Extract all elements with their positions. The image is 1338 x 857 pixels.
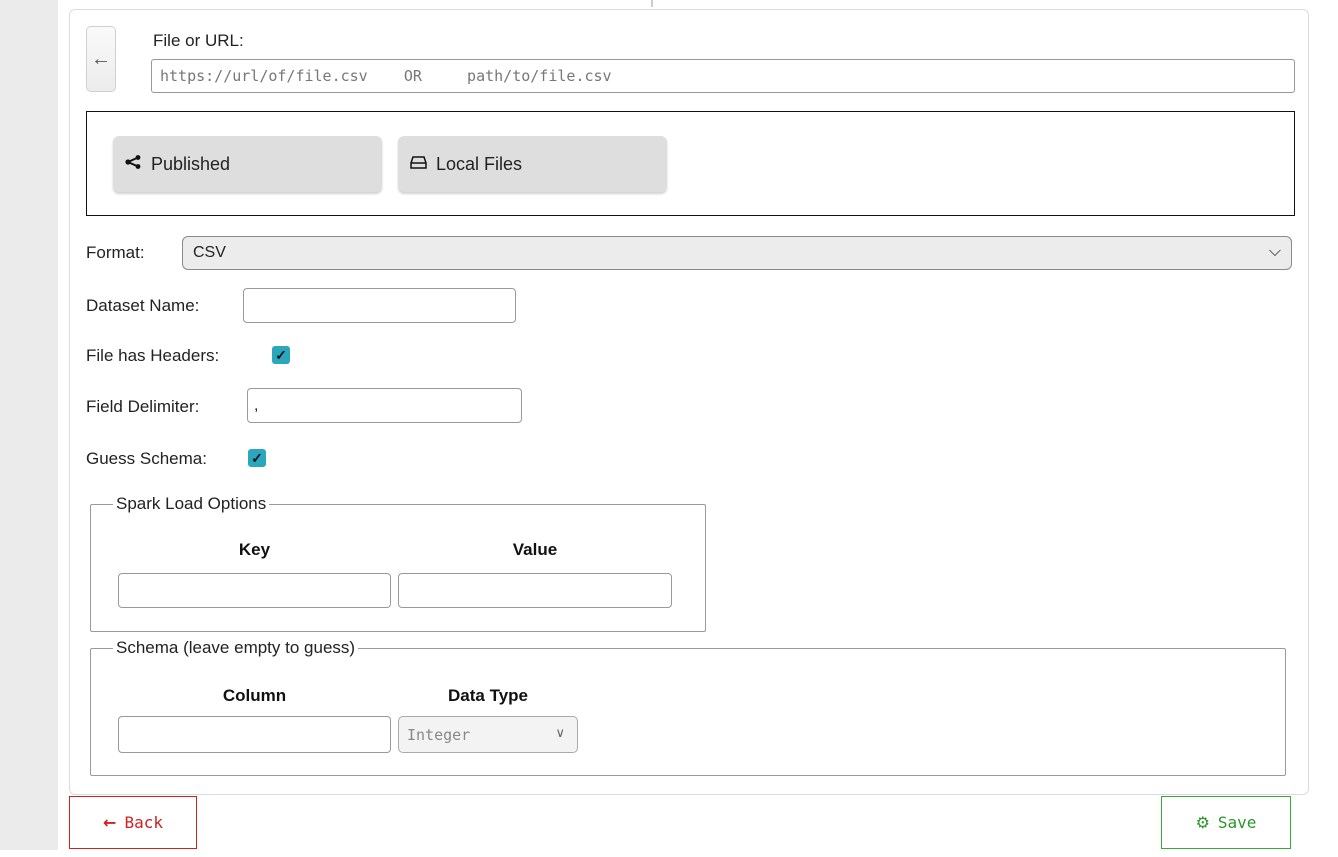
schema-fieldset: Schema (leave empty to guess): [90, 638, 1286, 776]
schema-column-input[interactable]: [118, 716, 391, 753]
format-value: CSV: [193, 244, 226, 261]
guess-schema-label: Guess Schema:: [86, 449, 207, 468]
checkmark-icon: ✓: [251, 450, 263, 466]
back-button[interactable]: ← Back: [69, 796, 197, 849]
gears-icon: ⚙: [1195, 813, 1210, 832]
local-files-button[interactable]: Local Files: [398, 136, 667, 192]
local-files-label: Local Files: [436, 153, 523, 174]
share-icon: [123, 154, 143, 174]
dataset-name-label: Dataset Name:: [86, 296, 200, 315]
data-type-header: Data Type: [448, 686, 528, 705]
delimiter-input[interactable]: [247, 388, 522, 423]
top-divider-notch: [651, 0, 653, 7]
spark-options-legend: Spark Load Options: [116, 494, 267, 513]
save-label: Save: [1217, 813, 1257, 832]
headers-checkbox[interactable]: ✓: [272, 346, 290, 364]
save-button[interactable]: ⚙ Save: [1161, 796, 1291, 849]
published-label: Published: [151, 153, 231, 174]
hard-drive-icon: [408, 154, 428, 174]
arrow-left-icon: ←: [91, 47, 111, 70]
data-type-value: Integer: [407, 725, 471, 744]
arrow-left-icon: ←: [103, 813, 117, 832]
chevron-down-icon: ∨: [555, 725, 565, 740]
file-url-label: File or URL:: [153, 31, 244, 50]
spark-value-input[interactable]: [398, 573, 672, 608]
data-type-select[interactable]: Integer ∨: [398, 716, 578, 753]
format-label: Format:: [86, 243, 145, 262]
back-arrow-button[interactable]: ←: [86, 26, 116, 92]
checkmark-icon: ✓: [275, 347, 287, 363]
column-header: Column: [222, 686, 287, 705]
spark-key-input[interactable]: [118, 573, 391, 608]
file-url-input[interactable]: [151, 59, 1295, 93]
headers-label: File has Headers:: [86, 346, 220, 365]
chevron-down-icon: ⌵: [1268, 243, 1281, 260]
left-gutter: [0, 0, 58, 850]
schema-legend: Schema (leave empty to guess): [116, 638, 356, 657]
spark-options-fieldset: Spark Load Options: [90, 494, 706, 632]
format-select[interactable]: CSV ⌵: [182, 236, 1292, 270]
back-label: Back: [124, 813, 163, 832]
value-header: Value: [512, 540, 558, 559]
key-header: Key: [238, 540, 271, 559]
published-button[interactable]: Published: [113, 136, 382, 192]
delimiter-label: Field Delimiter:: [86, 397, 200, 416]
guess-schema-checkbox[interactable]: ✓: [248, 449, 266, 467]
dataset-name-input[interactable]: [243, 288, 516, 323]
